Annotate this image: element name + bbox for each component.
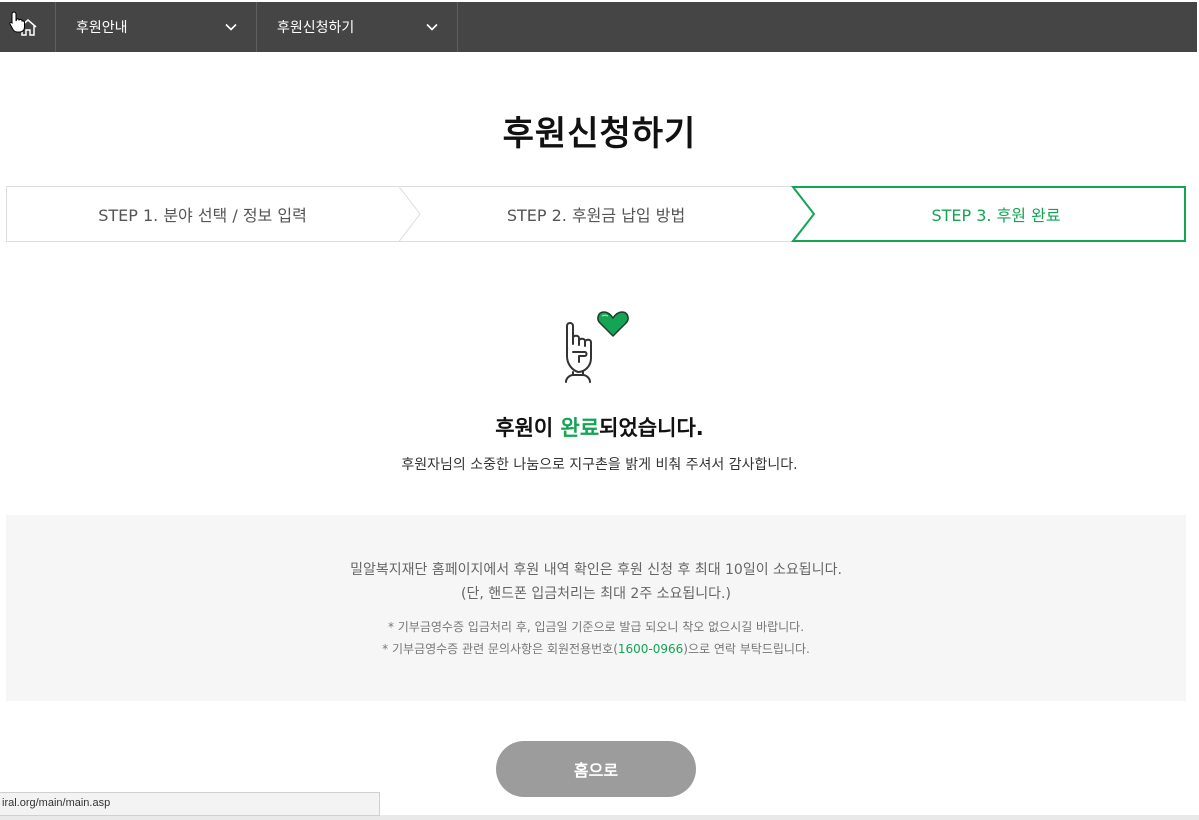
completion-heading-highlight: 완료: [560, 416, 600, 440]
mouse-pointer-icon: [9, 11, 25, 33]
chevron-down-icon: [426, 23, 438, 31]
info-line-1: 밀알복지재단 홈페이지에서 후원 내역 확인은 후원 신청 후 최대 10일이 …: [350, 562, 842, 578]
hand-heart-icon: [565, 311, 629, 383]
completion-heading-post: 되었습니다.: [599, 416, 704, 440]
info-box: 밀알복지재단 홈페이지에서 후원 내역 확인은 후원 신청 후 최대 10일이 …: [6, 515, 1186, 701]
member-phone-number: 1600-0966: [617, 642, 684, 656]
top-nav: 후원안내 후원신청하기: [0, 2, 1197, 52]
completion-heading: 후원이 완료되었습니다.: [0, 412, 1199, 442]
step-3-active: STEP 3. 후원 완료: [931, 206, 1061, 225]
chevron-down-icon: [225, 23, 237, 31]
info-note-2-pre: * 기부금영수증 관련 문의사항은 회원전용번호(: [382, 642, 618, 656]
nav-menu-support-info[interactable]: 후원안내: [56, 2, 257, 52]
info-line-2: (단, 핸드폰 입금처리는 최대 2주 소요됩니다.): [461, 586, 731, 602]
info-note-1: * 기부금영수증 입금처리 후, 입금일 기준으로 발급 되오니 착오 없으시길…: [387, 620, 805, 634]
step-indicator: STEP 1. 분야 선택 / 정보 입력 STEP 2. 후원금 납입 방법 …: [6, 186, 1186, 242]
go-home-button[interactable]: 홈으로: [496, 741, 696, 797]
home-nav-button[interactable]: [0, 2, 56, 52]
nav-menu-apply-support[interactable]: 후원신청하기: [257, 2, 458, 52]
completion-subtitle: 후원자님의 소중한 나눔으로 지구촌을 밝게 비춰 주셔서 감사합니다.: [401, 457, 798, 473]
completion-heading-pre: 후원이: [495, 416, 561, 440]
info-note-2-post: )으로 연락 부탁드립니다.: [683, 642, 810, 656]
nav-menu-apply-support-label: 후원신청하기: [277, 20, 355, 36]
nav-menu-support-info-label: 후원안내: [76, 20, 128, 36]
info-note-2: * 기부금영수증 관련 문의사항은 회원전용번호(1600-0966)으로 연락…: [6, 640, 1186, 657]
browser-status-url: iral.org/main/main.asp: [0, 792, 380, 816]
step-2: STEP 2. 후원금 납입 방법: [506, 206, 686, 225]
page-title: 후원신청하기: [502, 114, 697, 154]
step-1: STEP 1. 분야 선택 / 정보 입력: [98, 206, 307, 225]
page: 후원안내 후원신청하기 후원신청하기 STEP 1. 분야 선택 / 정보 입력…: [0, 0, 1199, 820]
